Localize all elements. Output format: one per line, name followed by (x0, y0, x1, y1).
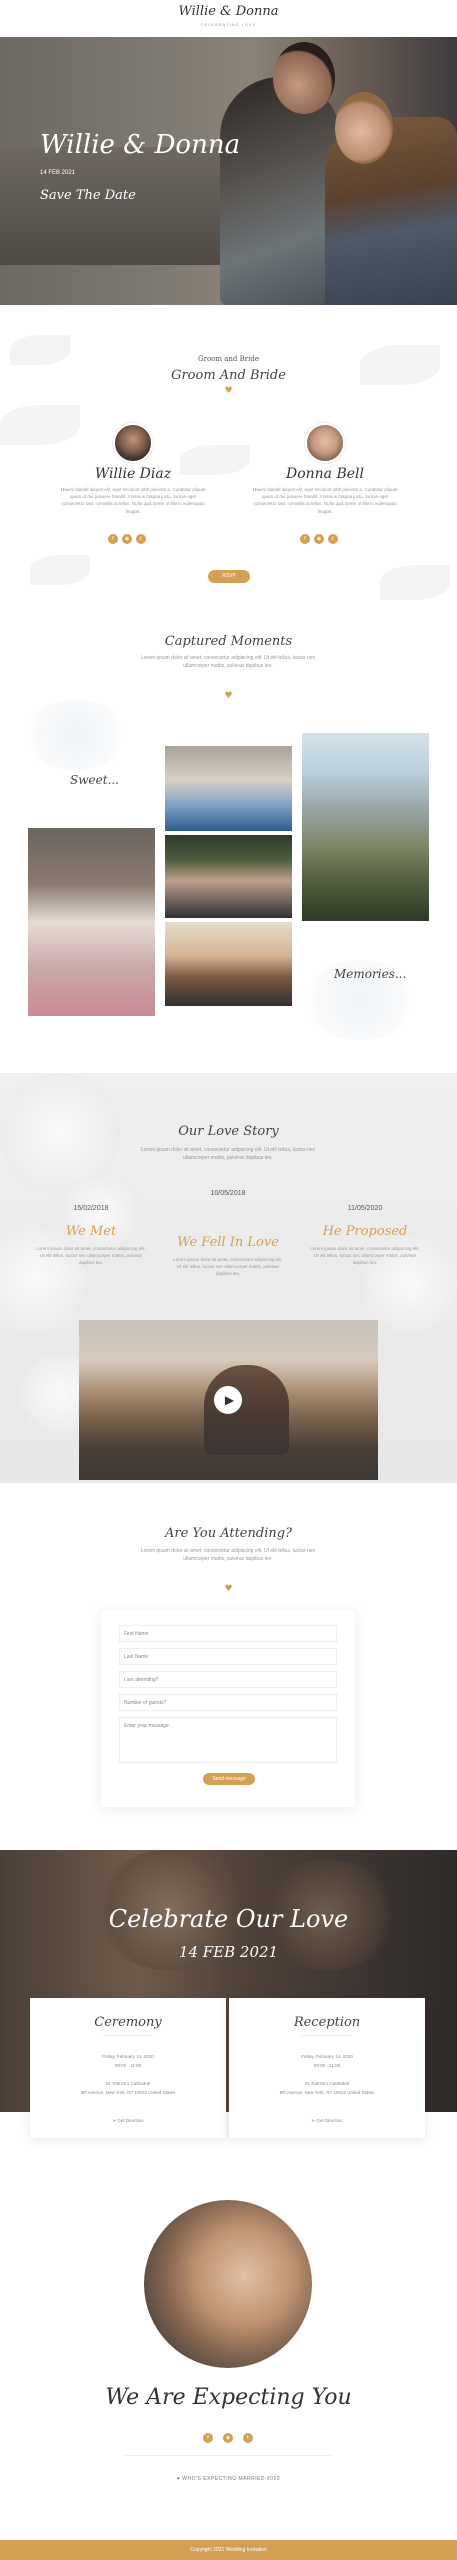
couple-subtitle: Groom and Bride (198, 355, 259, 363)
attending-select[interactable]: I am attending? (119, 1671, 337, 1688)
ceremony-place: St. Patrick's Cathedral (105, 2081, 151, 2086)
logo[interactable]: Willie & Donna (0, 4, 457, 19)
facebook-icon[interactable]: f (203, 2433, 213, 2443)
celebrate-title: Celebrate Our Love (108, 1905, 349, 1933)
logo-subtitle: CELEBRATING LOVE (200, 22, 257, 27)
bride-bio: Mauris blandit aliquet elit, eget tincid… (252, 487, 398, 514)
reception-address: 5th Avenue, New York, NY 10022 United St… (279, 2090, 375, 2095)
ceremony-address: 5th Avenue, New York, NY 10022 United St… (80, 2090, 176, 2095)
ceremony-title: Ceremony (94, 2015, 162, 2030)
moments-title: Captured Moments (164, 634, 293, 649)
instagram-icon[interactable]: ◉ (122, 534, 132, 544)
hero-man-figure (220, 77, 340, 305)
heart-icon: ♥ (224, 386, 233, 396)
first-name-field[interactable]: First Name (119, 1625, 337, 1642)
guests-field[interactable]: Number of guests? (119, 1694, 337, 1711)
facebook-icon[interactable]: f (108, 534, 118, 544)
leaf-decoration (30, 555, 90, 585)
expecting-footer-text: ♥ WHO'S EXPECTING MARRIED 2020 (176, 2476, 281, 2482)
moments-text: Lorem ipsum dolor sit amet, consectetur … (140, 655, 316, 669)
hero-names: Willie & Donna (40, 130, 241, 160)
gallery-photo[interactable] (28, 828, 155, 1016)
divider (125, 2455, 332, 2456)
attending-title: Are You Attending? (164, 1526, 293, 1541)
story-date: 15/02/2018 (73, 1205, 109, 1212)
reception-title: Reception (293, 2015, 361, 2030)
story-date: 10/05/2018 (210, 1190, 246, 1197)
story-event-text: Lorem ipsum dolor sit amet, consectetur … (173, 1257, 283, 1277)
reception-place: St. Patrick's Cathedral (304, 2081, 350, 2086)
leaf-decoration (0, 405, 80, 445)
heart-icon: ♥ (224, 1584, 233, 1594)
couple-title: Groom And Bride (171, 368, 286, 383)
flower-decoration (20, 700, 130, 770)
reception-date: Friday, February 14, 2020 (301, 2054, 353, 2059)
twitter-icon[interactable]: t (328, 534, 338, 544)
story-event-title: We Met (65, 1224, 117, 1239)
reception-time: 09:00 - 11:00 (313, 2063, 341, 2068)
story-title: Our Love Story (178, 1124, 279, 1139)
divider (302, 2035, 352, 2036)
hero-woman-head (335, 92, 393, 164)
twitter-icon[interactable]: t (243, 2433, 253, 2443)
reception-direction-link[interactable]: ➤ Get Direction (229, 2118, 425, 2124)
story-text: Lorem ipsum dolor sit amet, consectetur … (140, 1147, 316, 1161)
story-date: 11/05/2020 (347, 1205, 383, 1212)
leaf-decoration (380, 565, 450, 600)
play-icon[interactable]: ▶ (214, 1386, 242, 1414)
gallery-photo[interactable] (165, 835, 292, 918)
sweet-label: Sweet... (70, 773, 119, 787)
memories-label: Memories... (334, 967, 407, 981)
ceremony-date: Friday, February 14, 2020 (102, 2054, 154, 2059)
message-field[interactable]: Enter your message (119, 1717, 337, 1763)
send-message-button[interactable]: Send message (203, 1773, 255, 1785)
story-event-text: Lorem ipsum dolor sit amet, consectetur … (310, 1246, 420, 1266)
bride-name: Donna Bell (285, 466, 364, 482)
celebrate-date: 14 FEB 2021 (178, 1943, 279, 1961)
facebook-icon[interactable]: f (300, 534, 310, 544)
hero-tagline: Save The Date (40, 188, 136, 203)
couple-photo (144, 2200, 312, 2368)
story-event-text: Lorem ipsum dolor sit amet, consectetur … (36, 1246, 146, 1266)
divider (103, 2035, 153, 2036)
story-event-title: He Proposed (322, 1224, 408, 1239)
gallery-photo[interactable] (165, 746, 292, 831)
story-event-title: We Fell In Love (177, 1235, 279, 1250)
attending-text: Lorem ipsum dolor sit amet, consectetur … (140, 1548, 316, 1562)
gallery-photo[interactable] (165, 922, 292, 1006)
instagram-icon[interactable]: ◉ (223, 2433, 233, 2443)
hero-date: 14 FEB 2021 (40, 170, 76, 176)
last-name-field[interactable]: Last Name (119, 1648, 337, 1665)
ceremony-direction-link[interactable]: ➤ Get Direction (30, 2118, 226, 2124)
twitter-icon[interactable]: t (136, 534, 146, 544)
ceremony-time: 09:00 - 11:00 (114, 2063, 142, 2068)
rsvp-button[interactable]: RSVP (208, 570, 250, 583)
expecting-title: We Are Expecting You (105, 2385, 352, 2410)
hero-man-head (273, 42, 335, 114)
gallery-photo[interactable] (302, 733, 429, 921)
groom-bio: Mauris blandit aliquet elit, eget tincid… (60, 487, 206, 514)
site-footer: Copyright 2021 Wedding Invitation (0, 2540, 457, 2560)
instagram-icon[interactable]: ◉ (314, 534, 324, 544)
groom-avatar (113, 423, 153, 463)
groom-name: Willie Diaz (94, 466, 172, 482)
video-couple (204, 1365, 289, 1455)
flower-decoration (60, 1173, 140, 1253)
bride-avatar (305, 423, 345, 463)
